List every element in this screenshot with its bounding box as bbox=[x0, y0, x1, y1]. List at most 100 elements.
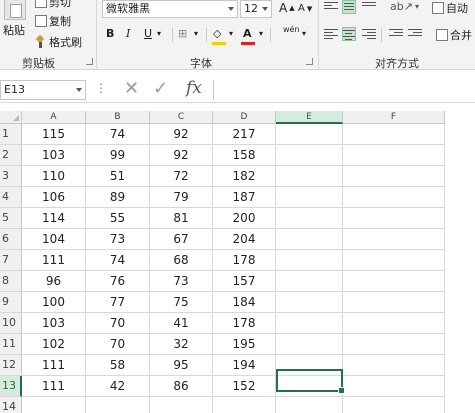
row-header-3[interactable]: 3 bbox=[0, 166, 22, 187]
cut-button[interactable]: 剪切 bbox=[35, 0, 71, 10]
cell-f9[interactable] bbox=[343, 292, 445, 313]
align-center-icon[interactable] bbox=[342, 27, 356, 41]
grow-font-button[interactable]: A ▲ bbox=[279, 1, 295, 15]
column-header-c[interactable]: C bbox=[150, 111, 213, 124]
cell-b14[interactable] bbox=[86, 397, 150, 413]
row-header-10[interactable]: 10 bbox=[0, 313, 22, 334]
cell-a1[interactable]: 115 bbox=[22, 124, 86, 145]
align-bottom-icon[interactable] bbox=[362, 0, 376, 14]
insert-function-icon[interactable]: fx bbox=[186, 78, 202, 98]
cell-b6[interactable]: 73 bbox=[86, 229, 150, 250]
cell-b1[interactable]: 74 bbox=[86, 124, 150, 145]
cell-d12[interactable]: 194 bbox=[213, 355, 276, 376]
cell-a6[interactable]: 104 bbox=[22, 229, 86, 250]
cell-a8[interactable]: 96 bbox=[22, 271, 86, 292]
cell-a14[interactable] bbox=[22, 397, 86, 413]
cell-f8[interactable] bbox=[343, 271, 445, 292]
cell-e8[interactable] bbox=[276, 271, 343, 292]
cell-d5[interactable]: 200 bbox=[213, 208, 276, 229]
cell-c8[interactable]: 73 bbox=[150, 271, 213, 292]
phonetic-dropdown-icon[interactable]: ▾ bbox=[302, 26, 306, 42]
row-header-9[interactable]: 9 bbox=[0, 292, 22, 313]
cell-d7[interactable]: 178 bbox=[213, 250, 276, 271]
cell-d11[interactable]: 195 bbox=[213, 334, 276, 355]
cell-c14[interactable] bbox=[150, 397, 213, 413]
cell-a10[interactable]: 103 bbox=[22, 313, 86, 334]
cell-d9[interactable]: 184 bbox=[213, 292, 276, 313]
paste-button[interactable]: 粘贴 bbox=[3, 22, 25, 38]
select-all-button[interactable] bbox=[0, 111, 22, 124]
cell-b8[interactable]: 76 bbox=[86, 271, 150, 292]
cell-c13[interactable]: 86 bbox=[150, 376, 213, 397]
align-middle-icon[interactable] bbox=[342, 0, 356, 14]
border-dropdown-icon[interactable]: ▾ bbox=[194, 26, 198, 42]
column-header-a[interactable]: A bbox=[22, 111, 86, 124]
clipboard-launcher-icon[interactable] bbox=[86, 58, 93, 65]
cell-d14[interactable] bbox=[213, 397, 276, 413]
cell-c10[interactable]: 41 bbox=[150, 313, 213, 334]
underline-button[interactable]: U bbox=[144, 26, 152, 42]
cell-f13[interactable] bbox=[343, 376, 445, 397]
cell-a9[interactable]: 100 bbox=[22, 292, 86, 313]
cell-c9[interactable]: 75 bbox=[150, 292, 213, 313]
align-top-icon[interactable] bbox=[324, 0, 338, 14]
row-header-6[interactable]: 6 bbox=[0, 229, 22, 250]
cell-e2[interactable] bbox=[276, 145, 343, 166]
decrease-indent-icon[interactable] bbox=[389, 27, 403, 41]
cell-f12[interactable] bbox=[343, 355, 445, 376]
cell-b11[interactable]: 70 bbox=[86, 334, 150, 355]
merge-center-button[interactable]: 合并 bbox=[436, 27, 472, 43]
cell-f1[interactable] bbox=[343, 124, 445, 145]
cell-b3[interactable]: 51 bbox=[86, 166, 150, 187]
cell-b10[interactable]: 70 bbox=[86, 313, 150, 334]
more-icon[interactable]: ⋮ bbox=[95, 81, 107, 95]
row-header-12[interactable]: 12 bbox=[0, 355, 22, 376]
border-button[interactable]: ⊞ bbox=[178, 26, 187, 42]
column-header-d[interactable]: D bbox=[213, 111, 276, 124]
font-launcher-icon[interactable] bbox=[306, 58, 313, 65]
cell-d8[interactable]: 157 bbox=[213, 271, 276, 292]
wrap-text-button[interactable]: 自动 bbox=[432, 0, 468, 16]
cell-e6[interactable] bbox=[276, 229, 343, 250]
enter-icon[interactable]: ✓ bbox=[153, 78, 168, 99]
cell-e5[interactable] bbox=[276, 208, 343, 229]
row-header-2[interactable]: 2 bbox=[0, 145, 22, 166]
cell-e10[interactable] bbox=[276, 313, 343, 334]
cell-c11[interactable]: 32 bbox=[150, 334, 213, 355]
cell-b2[interactable]: 99 bbox=[86, 145, 150, 166]
cell-d10[interactable]: 178 bbox=[213, 313, 276, 334]
selected-cell-border[interactable] bbox=[276, 369, 345, 394]
cell-c5[interactable]: 81 bbox=[150, 208, 213, 229]
cell-c3[interactable]: 72 bbox=[150, 166, 213, 187]
row-header-13[interactable]: 13 bbox=[0, 376, 22, 397]
cell-d1[interactable]: 217 bbox=[213, 124, 276, 145]
cell-c1[interactable]: 92 bbox=[150, 124, 213, 145]
cell-e1[interactable] bbox=[276, 124, 343, 145]
row-header-1[interactable]: 1 bbox=[0, 124, 22, 145]
cell-e11[interactable] bbox=[276, 334, 343, 355]
cell-d6[interactable]: 204 bbox=[213, 229, 276, 250]
formula-input[interactable] bbox=[213, 80, 475, 100]
row-header-7[interactable]: 7 bbox=[0, 250, 22, 271]
cell-f3[interactable] bbox=[343, 166, 445, 187]
orientation-button[interactable]: ab↗ ▾ bbox=[390, 0, 419, 13]
row-header-11[interactable]: 11 bbox=[0, 334, 22, 355]
cell-d2[interactable]: 158 bbox=[213, 145, 276, 166]
italic-button[interactable]: I bbox=[126, 26, 130, 42]
cell-f4[interactable] bbox=[343, 187, 445, 208]
name-box[interactable]: E13 bbox=[0, 80, 86, 100]
font-size-select[interactable]: 12 bbox=[240, 0, 272, 18]
cell-c6[interactable]: 67 bbox=[150, 229, 213, 250]
paste-icon[interactable] bbox=[4, 0, 26, 20]
cell-d3[interactable]: 182 bbox=[213, 166, 276, 187]
shrink-font-button[interactable]: A ▼ bbox=[298, 3, 312, 14]
cell-a2[interactable]: 103 bbox=[22, 145, 86, 166]
format-painter-button[interactable]: 格式刷 bbox=[35, 34, 82, 50]
row-header-14[interactable]: 14 bbox=[0, 397, 22, 413]
cell-f7[interactable] bbox=[343, 250, 445, 271]
bold-button[interactable]: B bbox=[106, 26, 114, 42]
cell-d4[interactable]: 187 bbox=[213, 187, 276, 208]
column-header-b[interactable]: B bbox=[86, 111, 150, 124]
cell-c2[interactable]: 92 bbox=[150, 145, 213, 166]
cell-f5[interactable] bbox=[343, 208, 445, 229]
